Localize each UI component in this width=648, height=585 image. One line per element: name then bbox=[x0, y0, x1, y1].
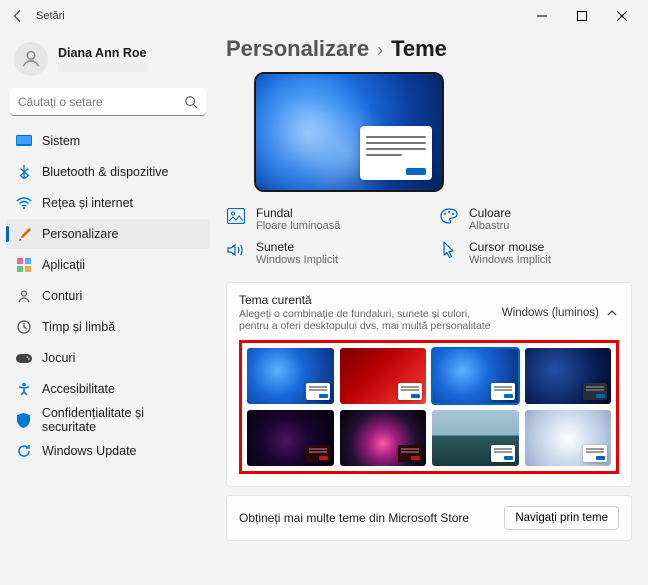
theme-preview bbox=[254, 72, 444, 192]
display-icon bbox=[16, 133, 32, 149]
chevron-right-icon: › bbox=[377, 40, 383, 61]
arrow-left-icon bbox=[11, 9, 25, 23]
game-icon bbox=[16, 350, 32, 366]
user-name: Diana Ann Roe bbox=[58, 46, 148, 60]
update-icon bbox=[16, 443, 32, 459]
accessibility-icon bbox=[16, 381, 32, 397]
current-theme-panel: Tema curentă Alegeți o combinație de fun… bbox=[226, 282, 632, 487]
browse-themes-button[interactable]: Navigați prin teme bbox=[504, 506, 619, 530]
nav-list: Sistem Bluetooth & dispozitive Rețea și … bbox=[6, 126, 210, 466]
clock-icon bbox=[16, 319, 32, 335]
nav-time[interactable]: Timp și limbă bbox=[6, 312, 210, 342]
nav-system[interactable]: Sistem bbox=[6, 126, 210, 156]
nav-personalization[interactable]: Personalizare bbox=[6, 219, 210, 249]
theme-properties: FundalFloare luminoasă CuloareAlbastru S… bbox=[226, 204, 632, 268]
theme-option-5[interactable] bbox=[247, 410, 334, 466]
breadcrumb-parent[interactable]: Personalizare bbox=[226, 36, 369, 62]
avatar-icon bbox=[14, 42, 48, 76]
user-email-placeholder bbox=[58, 62, 148, 72]
maximize-icon bbox=[577, 11, 587, 21]
store-text: Obțineți mai multe teme din Microsoft St… bbox=[239, 511, 504, 525]
paintbrush-icon bbox=[16, 226, 32, 242]
nav-accessibility[interactable]: Accesibilitate bbox=[6, 374, 210, 404]
chevron-up-icon bbox=[605, 306, 619, 320]
nav-update[interactable]: Windows Update bbox=[6, 436, 210, 466]
nav-accounts[interactable]: Conturi bbox=[6, 281, 210, 311]
palette-icon bbox=[439, 206, 459, 226]
speaker-icon bbox=[226, 240, 246, 260]
close-icon bbox=[617, 11, 627, 21]
minimize-button[interactable] bbox=[522, 2, 562, 30]
apps-icon bbox=[16, 257, 32, 273]
sidebar: Diana Ann Roe Sistem Bluetooth & dispozi… bbox=[0, 32, 216, 585]
wifi-icon bbox=[16, 195, 32, 211]
prop-sounds[interactable]: SuneteWindows Implicit bbox=[226, 238, 419, 268]
current-theme-value: Windows (luminos) bbox=[502, 307, 599, 319]
person-icon bbox=[16, 288, 32, 304]
nav-gaming[interactable]: Jocuri bbox=[6, 343, 210, 373]
maximize-button[interactable] bbox=[562, 2, 602, 30]
nav-privacy[interactable]: Confidențialitate și securitate bbox=[6, 405, 210, 435]
current-theme-header[interactable]: Tema curentă Alegeți o combinație de fun… bbox=[239, 293, 619, 332]
main-content: Personalizare › Teme FundalFloare lumino… bbox=[216, 32, 648, 585]
theme-option-3[interactable] bbox=[432, 348, 519, 404]
nav-network[interactable]: Rețea și internet bbox=[6, 188, 210, 218]
prop-cursor[interactable]: Cursor mouseWindows Implicit bbox=[439, 238, 632, 268]
search-icon bbox=[184, 95, 198, 109]
profile[interactable]: Diana Ann Roe bbox=[6, 36, 210, 86]
current-theme-subtitle: Alegeți o combinație de fundaluri, sunet… bbox=[239, 308, 499, 332]
page-title: Teme bbox=[391, 36, 447, 62]
search-input[interactable] bbox=[18, 95, 184, 109]
current-theme-title: Tema curentă bbox=[239, 293, 502, 307]
nav-bluetooth[interactable]: Bluetooth & dispozitive bbox=[6, 157, 210, 187]
theme-option-7[interactable] bbox=[432, 410, 519, 466]
theme-option-4[interactable] bbox=[525, 348, 612, 404]
nav-apps[interactable]: Aplicații bbox=[6, 250, 210, 280]
window-title: Setări bbox=[36, 10, 65, 22]
minimize-icon bbox=[537, 11, 547, 21]
back-button[interactable] bbox=[6, 4, 30, 28]
theme-option-2[interactable] bbox=[340, 348, 427, 404]
shield-icon bbox=[16, 412, 32, 428]
theme-option-8[interactable] bbox=[525, 410, 612, 466]
theme-option-1[interactable] bbox=[247, 348, 334, 404]
search-box[interactable] bbox=[10, 88, 206, 116]
prop-background[interactable]: FundalFloare luminoasă bbox=[226, 204, 419, 234]
picture-icon bbox=[226, 206, 246, 226]
theme-grid bbox=[239, 340, 619, 474]
breadcrumb: Personalizare › Teme bbox=[226, 36, 632, 62]
theme-option-6[interactable] bbox=[340, 410, 427, 466]
store-footer: Obțineți mai multe teme din Microsoft St… bbox=[226, 495, 632, 541]
bluetooth-icon bbox=[16, 164, 32, 180]
title-bar: Setări bbox=[0, 0, 648, 32]
close-button[interactable] bbox=[602, 2, 642, 30]
prop-color[interactable]: CuloareAlbastru bbox=[439, 204, 632, 234]
preview-window-icon bbox=[360, 126, 432, 180]
cursor-icon bbox=[439, 240, 459, 260]
